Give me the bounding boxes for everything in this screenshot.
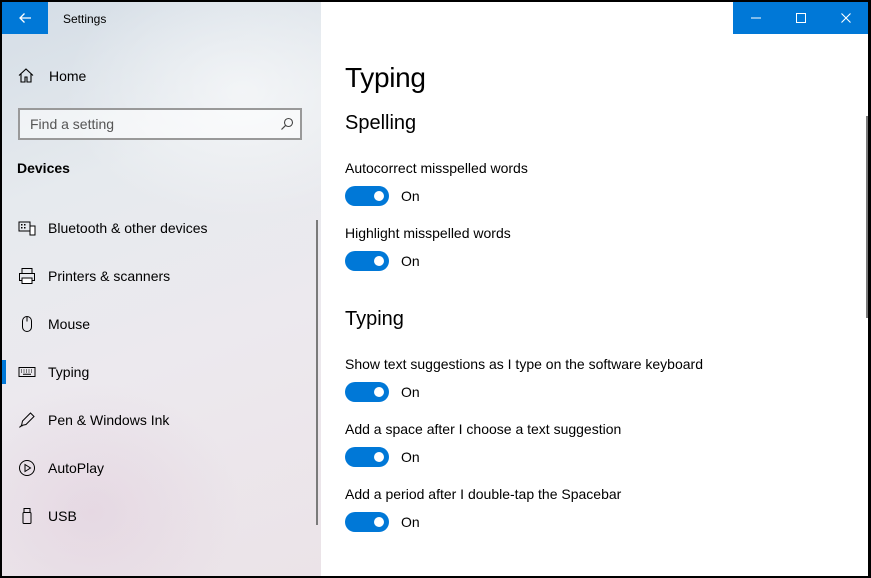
sidebar-item-label: USB — [48, 508, 77, 524]
close-icon — [840, 13, 851, 23]
toggle-knob — [374, 191, 384, 201]
search-box[interactable] — [18, 108, 302, 140]
search-icon[interactable] — [274, 110, 300, 138]
content-scrollbar[interactable] — [866, 116, 868, 318]
toggle-row-autocorrect: On — [345, 186, 420, 206]
back-button[interactable] — [2, 2, 48, 34]
toggle-row-highlight: On — [345, 251, 420, 271]
toggle-state-label: On — [401, 514, 420, 530]
setting-label-highlight: Highlight misspelled words — [345, 225, 511, 241]
sidebar-scrollbar[interactable] — [316, 220, 318, 525]
setting-label-text-suggestions: Show text suggestions as I type on the s… — [345, 356, 703, 372]
maximize-button[interactable] — [778, 2, 823, 34]
minimize-icon — [750, 17, 761, 19]
toggle-knob — [374, 452, 384, 462]
close-button[interactable] — [823, 2, 868, 34]
home-nav-item[interactable]: Home — [17, 64, 86, 88]
add-space-toggle[interactable] — [345, 447, 389, 467]
sidebar-item-label: AutoPlay — [48, 460, 105, 476]
text-suggestions-toggle[interactable] — [345, 382, 389, 402]
highlight-toggle[interactable] — [345, 251, 389, 271]
sidebar-item-label: Mouse — [48, 316, 91, 332]
autoplay-icon — [17, 458, 37, 478]
sidebar-item-label: Pen & Windows Ink — [48, 412, 170, 428]
sidebar-item-label: Bluetooth & other devices — [48, 220, 208, 236]
group-title-typing: Typing — [345, 308, 404, 330]
sidebar-item-autoplay[interactable]: AutoPlay — [2, 444, 321, 492]
toggle-row-add-period: On — [345, 512, 420, 532]
toggle-state-label: On — [401, 188, 420, 204]
usb-icon — [17, 506, 37, 526]
toggle-knob — [374, 256, 384, 266]
sidebar-item-label: Typing — [48, 364, 90, 380]
toggle-state-label: On — [401, 253, 420, 269]
sidebar-item-mouse[interactable]: Mouse — [2, 300, 321, 348]
toggle-row-text-suggestions: On — [345, 382, 420, 402]
mouse-icon — [17, 314, 37, 334]
back-arrow-icon — [19, 13, 31, 23]
window-controls — [733, 2, 868, 34]
devices-nav: Bluetooth & other devices Printers & sca… — [2, 204, 321, 540]
home-icon — [18, 68, 34, 83]
toggle-knob — [374, 387, 384, 397]
search-input[interactable] — [20, 110, 274, 138]
pen-icon — [17, 410, 37, 430]
toggle-state-label: On — [401, 449, 420, 465]
group-title-spelling: Spelling — [345, 112, 417, 134]
sidebar-item-bluetooth[interactable]: Bluetooth & other devices — [2, 204, 321, 252]
sidebar-item-printers[interactable]: Printers & scanners — [2, 252, 321, 300]
setting-label-autocorrect: Autocorrect misspelled words — [345, 160, 528, 176]
page-title: Typing — [345, 62, 426, 93]
main-content: Typing Spelling Autocorrect misspelled w… — [321, 34, 868, 576]
sidebar-item-usb[interactable]: USB — [2, 492, 321, 540]
minimize-button[interactable] — [733, 2, 778, 34]
toggle-row-add-space: On — [345, 447, 420, 467]
home-label: Home — [49, 68, 87, 84]
keyboard-icon — [17, 362, 37, 382]
autocorrect-toggle[interactable] — [345, 186, 389, 206]
app-title: Settings — [63, 12, 107, 26]
add-period-toggle[interactable] — [345, 512, 389, 532]
toggle-state-label: On — [401, 384, 420, 400]
setting-label-add-period: Add a period after I double-tap the Spac… — [345, 486, 622, 502]
sidebar-item-pen[interactable]: Pen & Windows Ink — [2, 396, 321, 444]
setting-label-add-space: Add a space after I choose a text sugges… — [345, 421, 622, 437]
settings-window: Settings Home Devices — [2, 2, 868, 576]
maximize-icon — [795, 13, 806, 23]
bluetooth-devices-icon — [17, 218, 37, 238]
printer-icon — [17, 266, 37, 286]
sidebar-item-typing[interactable]: Typing — [2, 348, 321, 396]
sidebar-item-label: Printers & scanners — [48, 268, 171, 284]
toggle-knob — [374, 517, 384, 527]
section-title-devices: Devices — [17, 160, 70, 176]
sidebar: Settings Home Devices — [2, 2, 321, 576]
